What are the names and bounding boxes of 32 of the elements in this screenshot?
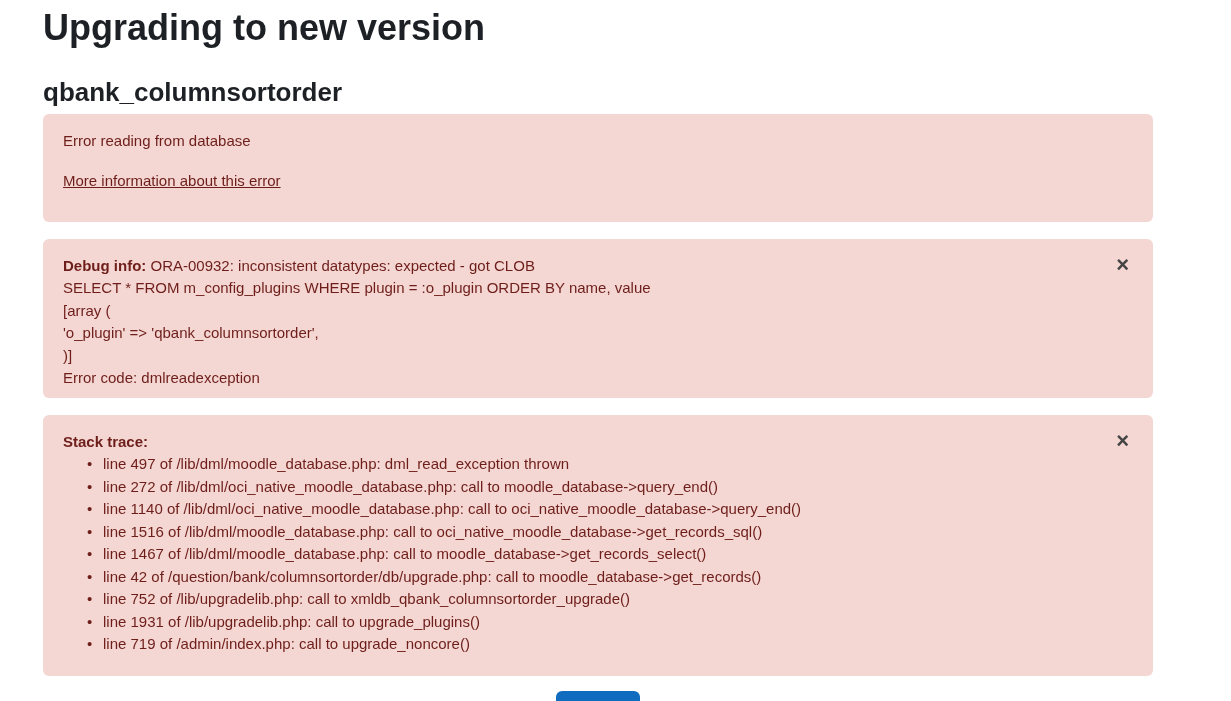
stack-trace-line: line 272 of /lib/dml/oci_native_moodle_database.php: call to moodle_database->query_end() [103, 476, 718, 497]
debug-line: Error code: dmlreadexception [63, 368, 260, 389]
debug-first-line: Debug info: ORA-00932: inconsistent datatypes: expected - got CLOB [63, 255, 535, 276]
stack-trace-line: line 42 of /question/bank/columnsortorder/db/upgrade.php: call to moodle_database->get_records() [103, 566, 762, 587]
bullet-icon: • [87, 498, 93, 521]
stack-trace-line: line 497 of /lib/dml/moodle_database.php: dml_read_exception thrown [103, 454, 570, 475]
debug-line: SELECT * FROM m_config_plugins WHERE plugin = :o_plugin ORDER BY name, value [63, 278, 651, 299]
error-message: Error reading from database [63, 131, 251, 151]
stack-trace-line: line 752 of /lib/upgradelib.php: call to xmldb_qbank_columnsortorder_upgrade() [103, 589, 630, 610]
close-button[interactable]: × [1112, 430, 1133, 451]
debug-line: 'o_plugin' => 'qbank_columnsortorder', [63, 323, 319, 344]
page-title: Upgrading to new version [43, 6, 487, 50]
bullet-icon: • [87, 588, 93, 611]
stack-trace-line: line 1516 of /lib/dml/moodle_database.php: call to oci_native_moodle_database->get_records_sql() [103, 521, 763, 542]
bullet-icon: • [87, 633, 93, 656]
debug-line: )] [63, 345, 73, 366]
bullet-icon: • [87, 565, 93, 589]
stack-trace-line: line 719 of /admin/index.php: call to upgrade_noncore() [103, 634, 470, 655]
stack-trace-line: line 1931 of /lib/upgradelib.php: call to upgrade_plugins() [103, 611, 480, 632]
bullet-icon: • [87, 475, 93, 499]
partial-button[interactable] [556, 691, 640, 701]
bullet-icon: • [87, 453, 93, 476]
more-info-link[interactable]: More information about this error [63, 169, 281, 192]
bullet-icon: • [87, 610, 93, 634]
stack-trace-label: Stack trace: [63, 431, 149, 452]
bullet-icon: • [87, 543, 93, 566]
bullet-icon: • [87, 520, 93, 544]
plugin-heading: qbank_columnsortorder [43, 76, 344, 108]
stack-trace-line: line 1467 of /lib/dml/moodle_database.php: call to moodle_database->get_records_select() [103, 544, 707, 565]
debug-line: [array ( [63, 300, 111, 321]
close-button[interactable]: × [1112, 254, 1133, 275]
stack-trace-line: line 1140 of /lib/dml/oci_native_moodle_database.php: call to oci_native_moodle_database->query_end() [103, 499, 802, 520]
